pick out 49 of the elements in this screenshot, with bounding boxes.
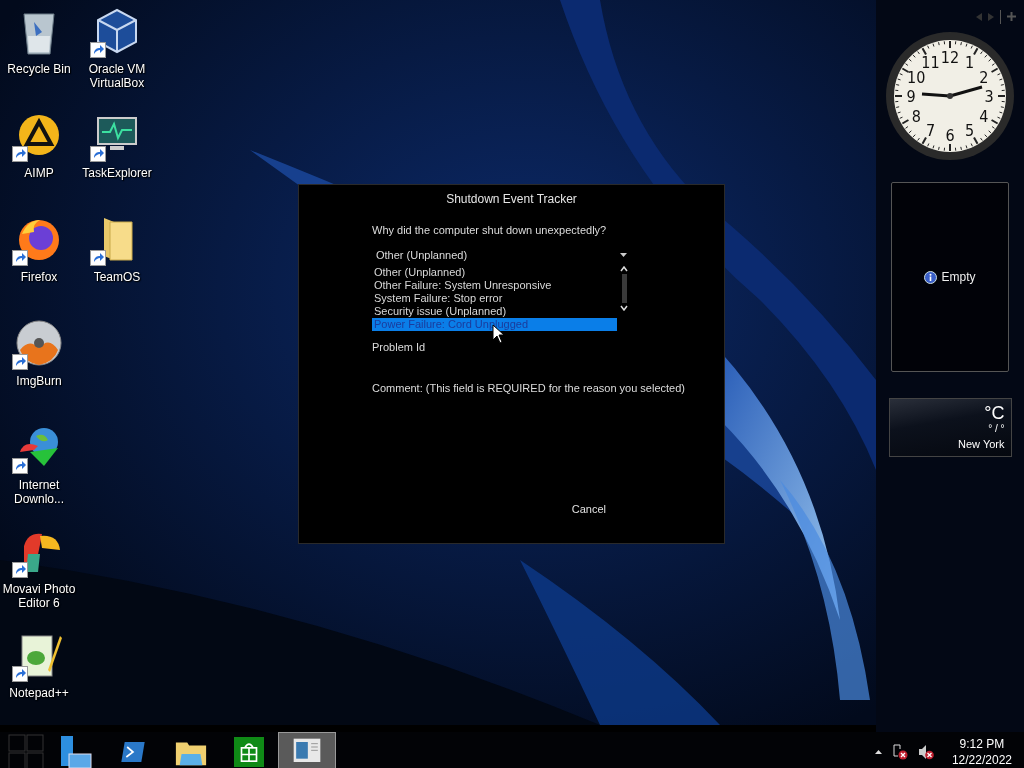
clock-numeral: 6 (945, 126, 955, 145)
info-icon (924, 270, 938, 284)
temperature-range: ° / ° (988, 423, 1005, 435)
disc-icon[interactable] (14, 318, 64, 368)
desktop-icon-label[interactable]: TeamOS (79, 270, 155, 284)
clock-numeral: 8 (911, 106, 921, 126)
desktop-icon-label[interactable]: AIMP (1, 166, 77, 180)
shopping-bag-icon (234, 736, 264, 767)
clock-numeral: 3 (984, 87, 994, 106)
start-grid-icon (8, 733, 44, 768)
speaker-icon[interactable] (917, 743, 934, 760)
clock-numeral: 1 (964, 53, 975, 73)
desktop-icon-label[interactable]: Recycle Bin (1, 62, 77, 76)
clock-numeral: 10 (907, 67, 926, 87)
desktop-icon-label[interactable]: Firefox (1, 270, 77, 284)
reason-list-item[interactable]: Other Failure: System Unresponsive (372, 279, 617, 292)
comment-label: Comment: (This field is REQUIRED for the reason you selected) (372, 382, 686, 394)
add-icon[interactable] (1007, 12, 1016, 21)
desktop-icon-label[interactable]: TaskExplorer (79, 166, 155, 180)
clock-numeral: 12 (940, 48, 960, 67)
desktop-icon-label[interactable]: Internet Downlo... (1, 478, 77, 506)
clock-numeral: 7 (925, 120, 936, 140)
temperature-unit: °C (984, 403, 1005, 423)
clock-numeral: 9 (906, 87, 916, 106)
reason-list-item[interactable]: System Failure: Stop error (372, 292, 617, 305)
clock-numeral: 4 (979, 106, 989, 126)
clock-date[interactable]: 12/22/2022 (951, 751, 1012, 768)
window-title: Shutdown Event Tracker (445, 192, 578, 206)
desktop-icon-label[interactable]: Notepad++ (1, 686, 77, 700)
problem-id-label: Problem Id (372, 341, 427, 353)
reason-list-item[interactable]: Other (Unplanned) (372, 266, 617, 279)
scrollbar-thumb[interactable] (621, 274, 627, 303)
desktop-icon-label[interactable]: Oracle VM VirtualBox (79, 62, 155, 90)
reason-list-item[interactable]: Security issue (Unplanned) (372, 305, 617, 318)
desktop-icon-label[interactable]: Movavi Photo Editor 6 (1, 582, 77, 610)
desktop-icon-label[interactable]: ImgBurn (1, 374, 77, 388)
caret-icon[interactable] (874, 749, 882, 754)
empty-message: Empty (941, 270, 976, 284)
scroll-up-icon[interactable] (620, 266, 628, 272)
network-icon[interactable] (891, 743, 908, 760)
clock-numeral: 5 (964, 120, 975, 140)
dropdown-arrow-icon (620, 253, 627, 257)
clock-numeral: 2 (979, 67, 989, 87)
clock-time[interactable]: 9:12 PM (959, 735, 1005, 752)
question-text: Why did the computer shut down unexpectedly? (372, 224, 608, 236)
scroll-down-icon[interactable] (620, 305, 628, 311)
reason-dropdown[interactable]: Other (Unplanned) (372, 247, 631, 263)
cancel-button[interactable]: Cancel (571, 501, 606, 517)
city-name: New York (958, 437, 1005, 451)
